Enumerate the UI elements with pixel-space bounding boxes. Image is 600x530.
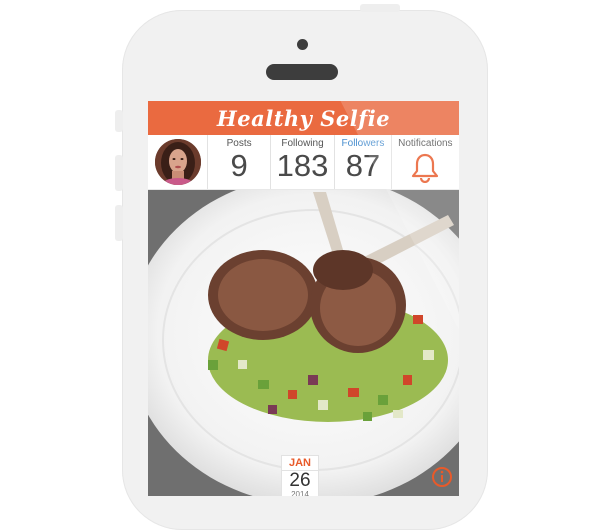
following-stat[interactable]: Following 183 <box>269 135 334 189</box>
avatar[interactable] <box>154 139 201 185</box>
date-year: 2014 <box>291 490 309 496</box>
bell-icon[interactable] <box>411 153 439 188</box>
side-button <box>115 155 123 191</box>
profile-stats-bar: Posts 9 Following 183 Followers 87 Notif… <box>148 135 459 190</box>
side-button <box>115 205 123 241</box>
followers-stat[interactable]: Followers 87 <box>334 135 390 189</box>
posts-count: 9 <box>230 148 248 183</box>
date-month: JAN <box>282 456 318 471</box>
info-icon[interactable] <box>431 466 453 488</box>
app-title: Healthy Selfie <box>216 105 391 131</box>
post-date-badge: JAN 26 2014 <box>281 455 319 496</box>
side-button <box>115 110 123 132</box>
notifications-stat[interactable]: Notifications <box>390 135 459 189</box>
post-photo[interactable]: JAN 26 2014 <box>148 175 459 496</box>
phone-screen: Healthy Selfie Posts 9 Following 183 Fol… <box>148 101 459 496</box>
front-camera <box>297 39 308 50</box>
app-header: Healthy Selfie <box>148 101 459 135</box>
top-button <box>360 4 400 12</box>
avatar-cell[interactable] <box>148 135 207 189</box>
date-day: 26 <box>289 470 311 491</box>
following-count: 183 <box>276 148 329 183</box>
posts-stat[interactable]: Posts 9 <box>207 135 269 189</box>
notifications-label: Notifications <box>398 138 453 149</box>
followers-count: 87 <box>345 148 381 183</box>
earpiece-speaker <box>266 64 338 80</box>
